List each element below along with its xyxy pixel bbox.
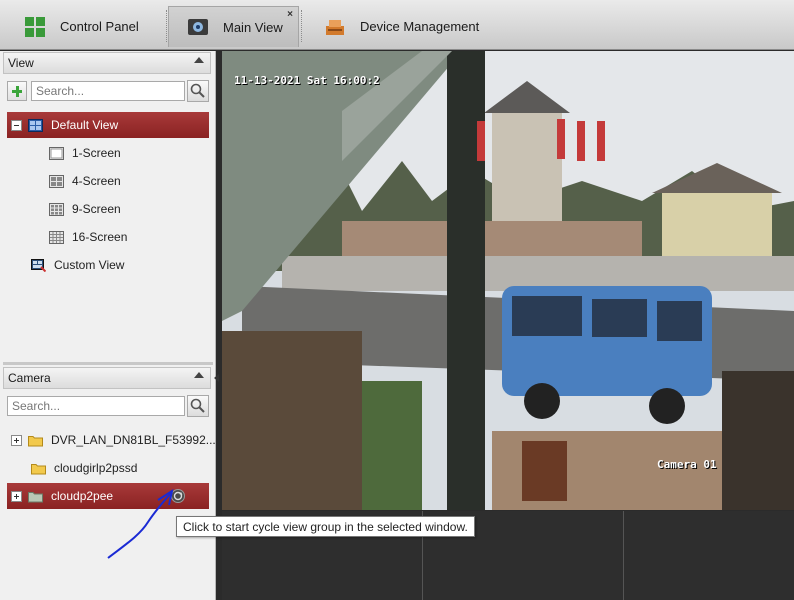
add-view-button[interactable]	[7, 81, 27, 101]
collapse-up-icon[interactable]	[194, 372, 204, 378]
cycle-view-tooltip: Click to start cycle view group in the s…	[176, 516, 475, 537]
close-icon[interactable]: ×	[287, 9, 293, 20]
tree-item-default-view[interactable]: Default View	[7, 112, 209, 138]
tree-item-label: 9-Screen	[72, 202, 121, 216]
camera-name-label: Camera 01	[657, 458, 717, 471]
tree-item-label: Default View	[51, 118, 119, 132]
tab-label: Control Panel	[60, 19, 139, 34]
camera-view-icon	[188, 19, 208, 35]
camera-search-input[interactable]: Search...	[7, 396, 185, 416]
tab-control-panel[interactable]: Control Panel	[24, 6, 164, 47]
nine-screen-icon	[49, 202, 64, 216]
camera-section-header[interactable]: Camera	[3, 367, 211, 389]
tree-item-4-screen[interactable]: 4-Screen	[7, 168, 209, 194]
camera-item-cloudgirlp2pssd[interactable]: cloudgirlp2pssd	[7, 455, 209, 481]
view-search-row: Search...	[7, 80, 209, 102]
folder-icon	[28, 491, 43, 502]
tree-item-9-screen[interactable]: 9-Screen	[7, 196, 209, 222]
camera-item-label: DVR_LAN_DN81BL_F53992...	[51, 433, 216, 447]
camera-item-label: cloudgirlp2pssd	[54, 461, 138, 475]
control-panel-icon	[25, 16, 45, 37]
collapse-up-icon[interactable]	[194, 57, 204, 63]
tab-main-view[interactable]: Main View ×	[168, 6, 299, 47]
tab-separator	[166, 10, 167, 42]
search-icon	[190, 398, 205, 413]
top-tab-bar: Control Panel Main View × Device Managem…	[0, 0, 794, 50]
expand-toggle-icon[interactable]	[11, 490, 22, 502]
section-divider[interactable]	[3, 362, 213, 365]
camera-item-dvr-lan[interactable]: DVR_LAN_DN81BL_F53992...	[7, 427, 216, 453]
tab-label: Device Management	[360, 19, 480, 34]
video-timestamp: 11-13-2021 Sat 16:00:2	[234, 74, 380, 87]
tree-item-16-screen[interactable]: 16-Screen	[7, 224, 209, 250]
camera-item-label: cloudp2pee	[51, 489, 114, 503]
camera-feed-image	[222, 51, 794, 510]
camera-search-row: Search...	[7, 395, 209, 417]
tree-item-label: 4-Screen	[72, 174, 121, 188]
sixteen-screen-icon	[49, 230, 64, 244]
collapse-toggle-icon[interactable]	[11, 119, 22, 131]
search-button[interactable]	[187, 395, 209, 417]
view-window-divider	[623, 511, 624, 600]
cycle-view-icon[interactable]	[170, 488, 186, 504]
four-screen-icon	[49, 174, 64, 188]
one-screen-icon	[49, 146, 64, 160]
search-icon	[190, 83, 205, 98]
camera-item-cloudp2pee[interactable]: cloudp2pee	[7, 483, 209, 509]
tree-item-label: 16-Screen	[72, 230, 128, 244]
tree-item-custom-view[interactable]: Custom View	[7, 252, 209, 278]
tab-label: Main View	[223, 19, 283, 35]
tab-separator	[301, 10, 302, 42]
view-search-input[interactable]: Search...	[31, 81, 185, 101]
expand-toggle-icon[interactable]	[11, 434, 22, 446]
folder-icon	[28, 435, 43, 446]
folder-icon	[31, 463, 46, 474]
search-button[interactable]	[187, 80, 209, 102]
video-window[interactable]: 11-13-2021 Sat 16:00:2 Camera 01	[222, 51, 794, 510]
camera-section-title: Camera	[8, 371, 51, 385]
view-section-title: View	[8, 56, 34, 70]
device-management-icon	[326, 19, 344, 35]
tab-device-management[interactable]: Device Management	[324, 6, 504, 47]
monitor-grid-icon	[28, 118, 43, 132]
tree-item-1-screen[interactable]: 1-Screen	[7, 140, 209, 166]
collapse-left-icon[interactable]	[214, 374, 219, 382]
view-section-header[interactable]: View	[3, 52, 211, 74]
tree-item-label: 1-Screen	[72, 146, 121, 160]
tree-item-label: Custom View	[54, 258, 125, 272]
custom-view-icon	[31, 258, 46, 272]
